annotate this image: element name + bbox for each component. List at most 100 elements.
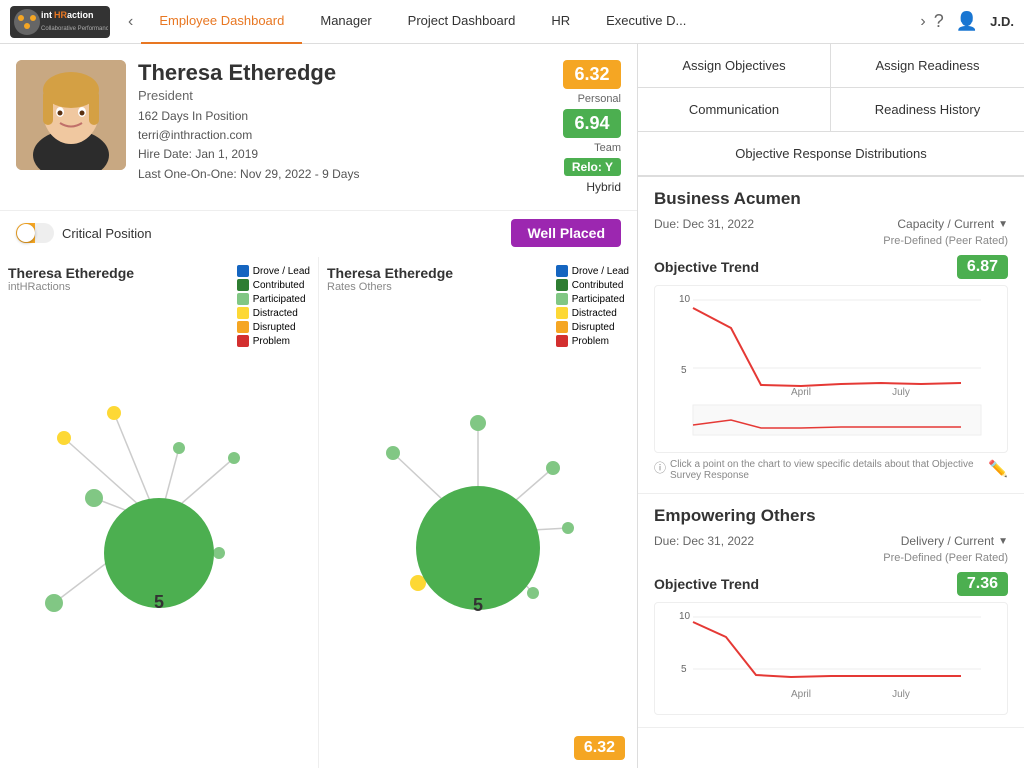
business-acumen-chart[interactable]: 10 5 April July xyxy=(654,285,1008,453)
nav-tabs: Employee Dashboard Manager Project Dashb… xyxy=(141,0,912,44)
svg-text:action: action xyxy=(67,10,94,20)
help-icon[interactable]: ? xyxy=(934,11,944,32)
delivery-type-label: Delivery / Current xyxy=(901,534,994,548)
legend-problem: Problem xyxy=(237,335,310,347)
nav-tab-project-dashboard[interactable]: Project Dashboard xyxy=(390,0,534,44)
legend2-drove-label: Drove / Lead xyxy=(572,266,629,277)
objective-distributions-button[interactable]: Objective Response Distributions xyxy=(638,132,1024,176)
legend-drove-color xyxy=(237,265,249,277)
business-acumen-rated: Pre-Defined (Peer Rated) xyxy=(654,235,1008,247)
empowering-others-trend-header: Objective Trend 7.36 xyxy=(654,572,1008,596)
svg-text:5: 5 xyxy=(473,595,483,615)
legend2-participated-color xyxy=(556,293,568,305)
action-buttons-grid: Assign Objectives Assign Readiness Commu… xyxy=(638,44,1024,177)
svg-text:5: 5 xyxy=(681,365,687,376)
profile-header: Theresa Etheredge President 162 Days In … xyxy=(0,44,637,211)
nav-next-button[interactable]: › xyxy=(912,9,933,35)
legend2-contributed: Contributed xyxy=(556,279,629,291)
business-acumen-trend-score: 6.87 xyxy=(957,255,1008,279)
relo-badge: Relo: Y xyxy=(564,158,621,176)
empowering-others-due: Due: Dec 31, 2022 xyxy=(654,534,754,548)
svg-text:April: April xyxy=(791,689,811,700)
chart2-bottom-score-area: 6.32 xyxy=(574,736,625,760)
nav-tab-manager[interactable]: Manager xyxy=(302,0,389,44)
profile-scores: 6.32 Personal 6.94 Team Relo: Y Hybrid xyxy=(563,60,621,194)
capacity-type-label: Capacity / Current xyxy=(897,217,994,231)
readiness-history-button[interactable]: Readiness History xyxy=(831,88,1024,132)
legend2-disrupted-label: Disrupted xyxy=(572,322,615,333)
left-panel: Theresa Etheredge President 162 Days In … xyxy=(0,44,638,768)
bottom-score: 6.32 xyxy=(574,736,625,760)
legend2-disrupted: Disrupted xyxy=(556,321,629,333)
empowering-others-meta: Due: Dec 31, 2022 Delivery / Current ▼ xyxy=(654,534,1008,548)
well-placed-button[interactable]: Well Placed xyxy=(511,219,621,247)
hire-date: Hire Date: Jan 1, 2019 xyxy=(138,145,541,164)
logo: int HR action Collaborative Performance xyxy=(10,6,110,38)
legend-disrupted: Disrupted xyxy=(237,321,310,333)
legend-contributed: Contributed xyxy=(237,279,310,291)
toggle-knob xyxy=(17,224,35,242)
business-acumen-type[interactable]: Capacity / Current ▼ xyxy=(897,217,1008,231)
critical-toggle-switch[interactable] xyxy=(16,223,54,243)
svg-text:July: July xyxy=(892,689,910,700)
nav-tab-executive[interactable]: Executive D... xyxy=(588,0,704,44)
chart-note-icon: ⓘ xyxy=(654,459,666,476)
legend-disrupted-label: Disrupted xyxy=(253,322,296,333)
user-initials[interactable]: J.D. xyxy=(990,14,1014,29)
empowering-others-chart[interactable]: 10 5 April July xyxy=(654,602,1008,715)
profile-title: President xyxy=(138,88,541,103)
business-acumen-due: Due: Dec 31, 2022 xyxy=(654,217,754,231)
legend-distracted-color xyxy=(237,307,249,319)
hybrid-badge: Hybrid xyxy=(586,180,621,194)
empowering-others-title: Empowering Others xyxy=(654,506,1008,526)
business-acumen-svg: 10 5 April July xyxy=(659,290,1003,445)
personal-score-label: Personal xyxy=(578,93,621,105)
legend2-participated: Participated xyxy=(556,293,629,305)
legend2-distracted-label: Distracted xyxy=(572,308,617,319)
delivery-dropdown-icon: ▼ xyxy=(998,536,1008,547)
legend2-problem-label: Problem xyxy=(572,336,609,347)
svg-text:July: July xyxy=(892,387,910,398)
days-in-position: 162 Days In Position xyxy=(138,107,541,126)
right-panel: Assign Objectives Assign Readiness Commu… xyxy=(638,44,1024,768)
profile-email: terri@inthraction.com xyxy=(138,126,541,145)
profile-bottom: Critical Position Well Placed xyxy=(0,211,637,257)
user-icon[interactable]: 👤 xyxy=(956,11,978,32)
edit-icon[interactable]: ✏️ xyxy=(988,459,1008,479)
legend2-disrupted-color xyxy=(556,321,568,333)
business-acumen-section: Business Acumen Due: Dec 31, 2022 Capaci… xyxy=(638,177,1024,494)
empowering-others-type[interactable]: Delivery / Current ▼ xyxy=(901,534,1008,548)
legend-contributed-label: Contributed xyxy=(253,280,305,291)
svg-text:int: int xyxy=(41,10,52,20)
legend-participated: Participated xyxy=(237,293,310,305)
empowering-others-section: Empowering Others Due: Dec 31, 2022 Deli… xyxy=(638,494,1024,728)
team-score-label: Team xyxy=(594,142,621,154)
avatar xyxy=(16,60,126,170)
communication-button[interactable]: Communication xyxy=(638,88,831,132)
chart-note-text: Click a point on the chart to view speci… xyxy=(670,459,984,481)
critical-toggle: Critical Position xyxy=(16,223,152,243)
empowering-others-svg: 10 5 April July xyxy=(659,607,1003,707)
profile-info: Theresa Etheredge President 162 Days In … xyxy=(138,60,541,194)
business-acumen-title: Business Acumen xyxy=(654,189,1008,209)
nav-right: ? 👤 J.D. xyxy=(934,11,1014,32)
empowering-others-trend-score: 7.36 xyxy=(957,572,1008,596)
main-content: Theresa Etheredge President 162 Days In … xyxy=(0,44,1024,768)
last-one-on-one: Last One-On-One: Nov 29, 2022 - 9 Days xyxy=(138,165,541,184)
legend2-contributed-color xyxy=(556,279,568,291)
logo-image: int HR action Collaborative Performance xyxy=(10,6,110,38)
nav-prev-button[interactable]: ‹ xyxy=(120,9,141,35)
nav-tab-hr[interactable]: HR xyxy=(533,0,588,44)
svg-text:HR: HR xyxy=(54,10,67,20)
chart-panel-2: Theresa Etheredge Rates Others Drove / L… xyxy=(319,257,637,768)
legend-distracted-label: Distracted xyxy=(253,308,298,319)
nav-tab-employee-dashboard[interactable]: Employee Dashboard xyxy=(141,0,302,44)
svg-text:10: 10 xyxy=(679,611,691,622)
assign-readiness-button[interactable]: Assign Readiness xyxy=(831,44,1024,88)
legend-problem-color xyxy=(237,335,249,347)
legend-participated-label: Participated xyxy=(253,294,306,305)
business-acumen-chart-note: ⓘ Click a point on the chart to view spe… xyxy=(654,453,1008,481)
profile-meta: 162 Days In Position terri@inthraction.c… xyxy=(138,107,541,184)
assign-objectives-button[interactable]: Assign Objectives xyxy=(638,44,831,88)
chart-panel-1: Theresa Etheredge intHRactions Drove / L… xyxy=(0,257,319,768)
